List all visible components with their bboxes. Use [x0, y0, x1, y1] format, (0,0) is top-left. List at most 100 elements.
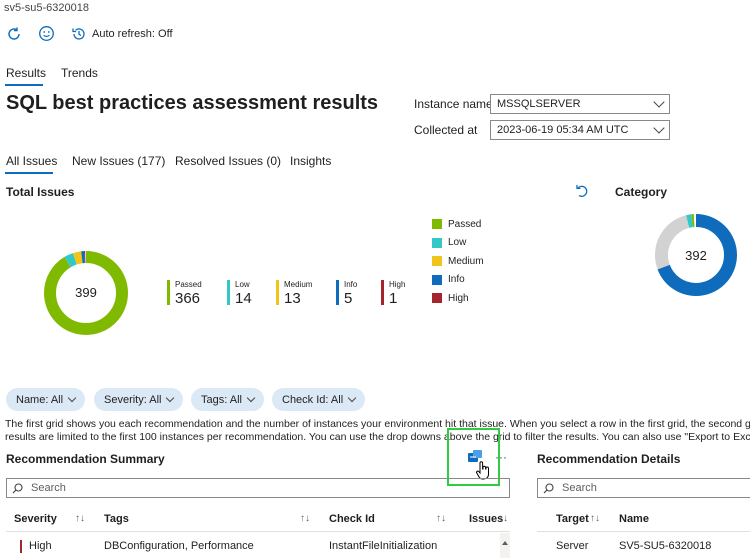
- stat-passed-label: Passed: [175, 280, 202, 289]
- stat-low-value: 14: [235, 290, 252, 307]
- legend-item-low[interactable]: Low: [432, 234, 484, 253]
- legend-item-high[interactable]: High: [432, 289, 484, 308]
- summary-search-placeholder: Search: [31, 482, 66, 494]
- tab-results[interactable]: Results: [6, 66, 46, 80]
- legend-item-medium[interactable]: Medium: [432, 252, 484, 271]
- window-title: sv5-su5-6320018: [4, 2, 90, 14]
- column-header-target[interactable]: Target: [556, 513, 589, 525]
- stat-passed-value: 366: [175, 290, 201, 307]
- subtab-insights[interactable]: Insights: [290, 154, 331, 168]
- column-header-name[interactable]: Name: [619, 513, 649, 525]
- summary-search-field[interactable]: Search: [6, 478, 510, 498]
- stat-medium-value: 13: [284, 290, 301, 307]
- undo-icon[interactable]: [574, 183, 590, 199]
- total-issues-count: 399: [75, 285, 97, 300]
- column-header-severity[interactable]: Severity: [14, 513, 57, 525]
- legend-item-passed[interactable]: Passed: [432, 215, 484, 234]
- table-row[interactable]: Server SV5-SU5-6320018: [537, 533, 750, 558]
- subtab-all-issues[interactable]: All Issues: [6, 154, 57, 168]
- stat-info-bar: [336, 280, 339, 305]
- sort-icon[interactable]: ↑↓: [590, 513, 600, 524]
- chevron-down-icon: [166, 393, 175, 403]
- stat-medium-bar: [276, 280, 279, 305]
- collected-at-value: 2023-06-19 05:34 AM UTC: [497, 124, 629, 136]
- column-header-tags[interactable]: Tags: [104, 513, 129, 525]
- filter-check-id[interactable]: Check Id: All: [272, 388, 366, 411]
- sort-icon[interactable]: ↑↓: [300, 513, 310, 524]
- scrollbar[interactable]: [500, 533, 510, 558]
- details-search-placeholder: Search: [562, 482, 597, 494]
- page-title: SQL best practices assessment results: [6, 92, 379, 114]
- tab-results-underline: [5, 84, 43, 86]
- legend-item-info[interactable]: Info: [432, 271, 484, 290]
- legend-label: Medium: [448, 255, 484, 267]
- cell-name: SV5-SU5-6320018: [619, 540, 712, 552]
- cell-tags: DBConfiguration, Performance: [104, 540, 254, 552]
- sort-icon[interactable]: ↑↓: [75, 513, 85, 524]
- legend-label: Passed: [448, 218, 482, 230]
- filter-name[interactable]: Name: All: [6, 388, 86, 411]
- filter-check-id-label: Check Id: All: [282, 393, 344, 406]
- instance-name-dropdown[interactable]: MSSQLSERVER: [490, 94, 670, 114]
- filter-severity[interactable]: Severity: All: [94, 388, 184, 411]
- subtab-resolved-issues[interactable]: Resolved Issues (0): [175, 154, 281, 168]
- category-title: Category: [615, 185, 668, 199]
- stat-low-label: Low: [235, 280, 250, 289]
- sort-icon[interactable]: ↑↓: [498, 513, 508, 524]
- smiley-icon[interactable]: [38, 25, 55, 42]
- instance-name-label: Instance name: [414, 97, 493, 111]
- stat-passed: Passed 366: [167, 280, 217, 307]
- filter-severity-label: Severity: All: [104, 393, 162, 406]
- total-issues-title: Total Issues: [6, 185, 75, 199]
- legend-swatch: [432, 256, 442, 267]
- column-header-check-id[interactable]: Check Id: [329, 513, 375, 525]
- category-count: 392: [685, 248, 707, 263]
- stat-info: Info 5: [336, 280, 386, 307]
- collected-at-label: Collected at: [414, 123, 478, 137]
- cell-severity: High: [29, 540, 52, 552]
- filter-tags[interactable]: Tags: All: [191, 388, 264, 411]
- legend-label: High: [448, 292, 469, 304]
- table-row[interactable]: High DBConfiguration, Performance Instan…: [6, 533, 500, 558]
- grid-description-line1: The first grid shows you each recommenda…: [5, 418, 750, 430]
- details-search-field[interactable]: Search: [537, 478, 750, 498]
- instance-name-value: MSSQLSERVER: [497, 98, 581, 110]
- stat-low: Low 14: [227, 280, 277, 307]
- stat-high: High 1: [381, 280, 431, 307]
- stat-high-bar: [381, 280, 384, 305]
- stat-high-value: 1: [389, 290, 398, 307]
- hand-cursor-icon: [475, 460, 491, 480]
- stat-info-label: Info: [344, 280, 358, 289]
- subtab-new-issues[interactable]: New Issues (177): [72, 154, 165, 168]
- stat-info-value: 5: [344, 290, 353, 307]
- stat-high-label: High: [389, 280, 406, 289]
- recommendation-summary-title: Recommendation Summary: [6, 452, 165, 466]
- stat-low-bar: [227, 280, 230, 305]
- cell-check-id: InstantFileInitialization: [329, 540, 438, 552]
- stat-medium: Medium 13: [276, 280, 326, 307]
- legend-swatch: [432, 293, 442, 304]
- auto-refresh-label[interactable]: Auto refresh: Off: [92, 28, 173, 40]
- collected-at-dropdown[interactable]: 2023-06-19 05:34 AM UTC: [490, 120, 670, 140]
- chart-legend: Passed Low Medium Info High: [432, 215, 484, 308]
- scroll-up-icon[interactable]: [502, 541, 508, 545]
- history-icon[interactable]: [71, 26, 87, 42]
- tab-trends[interactable]: Trends: [61, 66, 98, 80]
- chevron-down-icon: [653, 96, 665, 108]
- more-options-icon[interactable]: ···: [495, 450, 507, 464]
- recommendation-details-title: Recommendation Details: [537, 452, 681, 466]
- chevron-down-icon: [347, 393, 357, 403]
- stat-medium-label: Medium: [284, 280, 313, 289]
- table-header-divider: [6, 531, 510, 532]
- grid-description: The first grid shows you each recommenda…: [5, 418, 750, 444]
- refresh-icon[interactable]: [6, 26, 22, 42]
- grid-description-line2: results are limited to the first 100 ins…: [5, 431, 750, 443]
- search-icon: [543, 482, 554, 493]
- cell-target: Server: [556, 540, 589, 552]
- filter-name-label: Name: All: [16, 393, 64, 406]
- legend-label: Low: [448, 237, 467, 249]
- chevron-down-icon: [67, 393, 77, 403]
- severity-indicator: [20, 540, 22, 553]
- sort-icon[interactable]: ↑↓: [436, 513, 446, 524]
- legend-swatch: [432, 219, 442, 230]
